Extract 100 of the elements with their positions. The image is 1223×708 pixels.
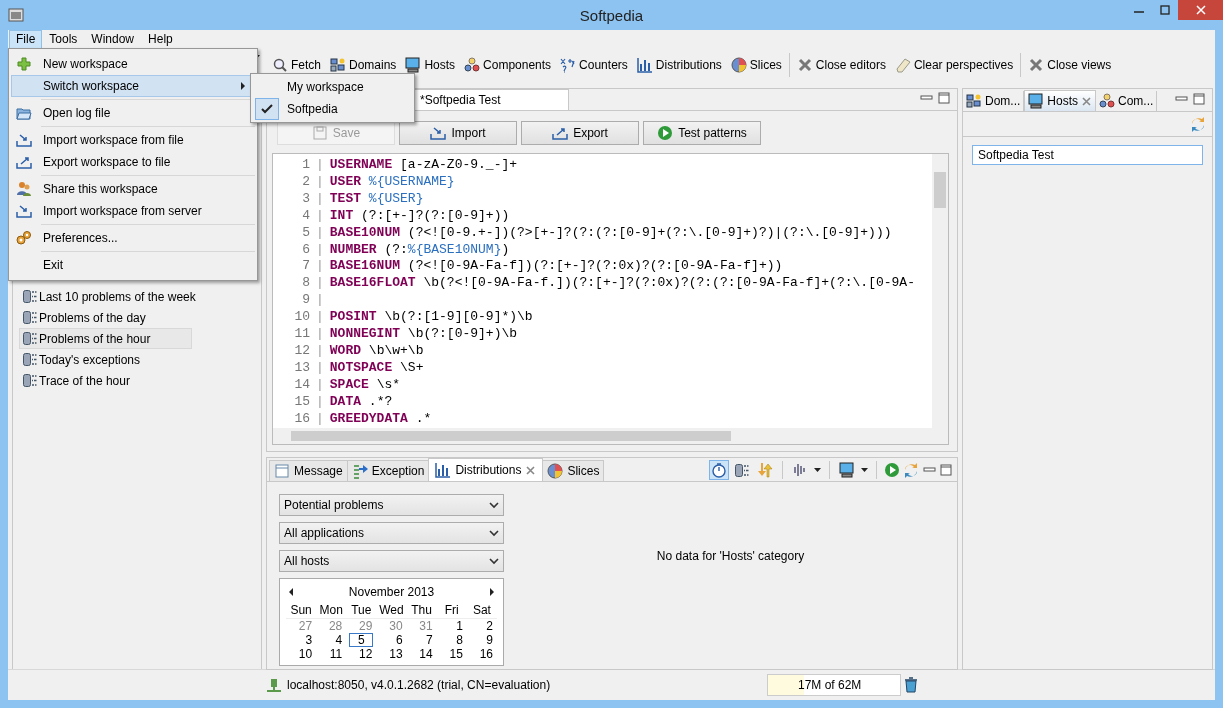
calendar-day[interactable]: 5 <box>349 632 374 647</box>
code-line: BASE16FLOAT \b(?<![0-9A-Fa-f.])(?:[+-]?(?:0x)?(?:(?:[0-9A-Fa-f]+(?:\.[0-9A- <box>329 275 915 293</box>
menu-item[interactable]: Exit <box>11 254 255 276</box>
tree-item[interactable]: Problems of the day <box>19 307 192 328</box>
tool-button[interactable] <box>709 460 729 481</box>
action-button[interactable]: Import <box>399 121 517 145</box>
calendar-day[interactable]: 12 <box>355 646 377 661</box>
calendar-day[interactable]: 1 <box>452 618 467 633</box>
tree-item[interactable]: Last 10 problems of the week <box>19 286 200 307</box>
editor-tab[interactable]: *Softpedia Test <box>413 89 569 110</box>
calendar-day[interactable]: 31 <box>415 618 437 633</box>
toolbar-button[interactable]: Clear perspectives <box>891 55 1017 75</box>
stopwatch-icon <box>711 462 727 479</box>
view-tab[interactable]: Hosts <box>1024 90 1097 111</box>
caret-right-icon <box>489 587 495 598</box>
calendar-day[interactable]: 28 <box>324 618 347 633</box>
line-number: 2 <box>301 173 310 191</box>
line-number: 16 <box>293 410 310 428</box>
toolbar-button[interactable]: Fetch <box>269 55 324 75</box>
close-icon <box>525 464 537 476</box>
export-icon <box>16 154 32 170</box>
calendar-day[interactable]: 13 <box>385 646 407 661</box>
calendar-day[interactable]: 7 <box>422 632 437 647</box>
panel-tab[interactable]: Message <box>269 460 348 482</box>
code-line: BASE16NUM (?<![0-9A-Fa-f])(?:[+-]?(?:0x)?(?:[0-9A-Fa-f]+)) <box>329 258 783 276</box>
calendar-day[interactable]: 16 <box>475 646 497 661</box>
code-line: POSINT \b(?:[1-9][0-9]*)\b <box>329 309 533 327</box>
toolbar-button[interactable]: Hosts <box>402 55 459 75</box>
code-editor[interactable] <box>272 153 949 446</box>
menu-item[interactable]: Window <box>84 30 142 50</box>
database-icon <box>735 463 749 477</box>
menu-item[interactable]: Preferences... <box>11 227 255 249</box>
menu-item[interactable]: Share this workspace <box>11 178 255 200</box>
menu-item[interactable]: Help <box>141 30 180 50</box>
toolbar-button[interactable]: Components <box>461 55 555 75</box>
calendar-day[interactable]: 30 <box>385 618 407 633</box>
toolbar-button[interactable]: Distributions <box>633 55 725 75</box>
tree-item[interactable]: Today's exceptions <box>19 349 192 370</box>
calendar-day[interactable]: 8 <box>452 632 467 647</box>
caret-right-icon <box>240 81 246 91</box>
weekday-label: Thu <box>406 603 437 619</box>
tree-item[interactable]: Trace of the hour <box>19 370 192 391</box>
toolbar-button[interactable]: Close views <box>1025 55 1115 75</box>
gutter-text: | <box>315 309 325 327</box>
search-icon <box>272 57 288 73</box>
calendar-day[interactable]: 11 <box>325 646 347 661</box>
connection-status: localhost:8050, v4.0.1.2682 (trial, CN=evaluation) <box>287 678 551 692</box>
menu-item[interactable]: File <box>9 30 43 50</box>
code-line: USERNAME [a-zA-Z0-9._-]+ <box>329 157 518 174</box>
panel-tab[interactable]: Slices <box>542 460 605 482</box>
memory-reading: 17M of 62M <box>798 678 862 692</box>
calendar-day[interactable]: 2 <box>482 618 497 633</box>
calendar-day[interactable]: 9 <box>482 632 497 647</box>
dropdown[interactable]: All applications <box>279 522 504 545</box>
calendar-day[interactable]: 14 <box>415 646 437 661</box>
calendar-day[interactable]: 27 <box>294 618 317 633</box>
import-icon <box>430 125 447 141</box>
calendar-day[interactable]: 10 <box>294 646 317 661</box>
host-field[interactable]: Softpedia Test <box>972 145 1203 165</box>
menu-item[interactable]: Tools <box>42 30 85 50</box>
monitor-icon <box>839 462 855 479</box>
action-button[interactable]: Export <box>521 121 639 145</box>
toolbar-button[interactable]: Counters <box>557 55 631 75</box>
horizontal-scrollbar[interactable] <box>273 428 932 445</box>
menu-item[interactable]: Import workspace from server <box>11 200 255 222</box>
calendar-day[interactable]: 3 <box>301 632 317 647</box>
toolbar-button[interactable]: Slices <box>727 55 785 75</box>
view-tab[interactable]: Dom... <box>963 91 1025 111</box>
gears-icon <box>16 230 32 246</box>
calendar-day[interactable]: 15 <box>445 646 467 661</box>
line-number: 11 <box>293 326 310 343</box>
panel-tab[interactable]: Distributions <box>428 458 544 482</box>
action-button[interactable]: Test patterns <box>643 121 761 145</box>
view-tab[interactable]: Com... <box>1096 91 1158 111</box>
menu-item[interactable]: Import workspace from file <box>11 129 255 151</box>
chevron-down-icon <box>489 529 499 537</box>
save-icon <box>311 125 328 141</box>
toolbar-button[interactable]: Close editors <box>793 55 889 75</box>
calendar-day[interactable]: 4 <box>331 632 347 647</box>
calendar-day[interactable]: 6 <box>391 632 407 647</box>
line-number: 12 <box>293 342 310 360</box>
export-icon <box>552 125 569 141</box>
tree-item[interactable]: Problems of the hour <box>19 328 192 349</box>
tool-button[interactable] <box>837 460 857 481</box>
caret-left-icon <box>288 587 294 598</box>
vertical-scrollbar[interactable] <box>932 154 948 429</box>
close-icon <box>1028 57 1045 73</box>
dropdown[interactable]: All hosts <box>279 550 504 573</box>
calendar-day[interactable]: 29 <box>355 618 377 633</box>
menu-item[interactable]: Softpedia <box>253 98 412 120</box>
exception-icon <box>351 463 368 480</box>
menu-item[interactable]: New workspace <box>11 53 255 75</box>
toolbar-button[interactable]: Domains <box>327 55 400 75</box>
chevron-down-icon <box>489 557 499 565</box>
dropdown[interactable]: Potential problems <box>279 494 504 517</box>
menu-item[interactable]: Open log file <box>11 102 255 124</box>
eraser-icon <box>894 57 911 73</box>
panel-tab[interactable]: Exception <box>346 460 430 482</box>
menu-item[interactable]: Export workspace to file <box>11 151 255 173</box>
menu-item[interactable]: My workspace <box>253 76 412 98</box>
